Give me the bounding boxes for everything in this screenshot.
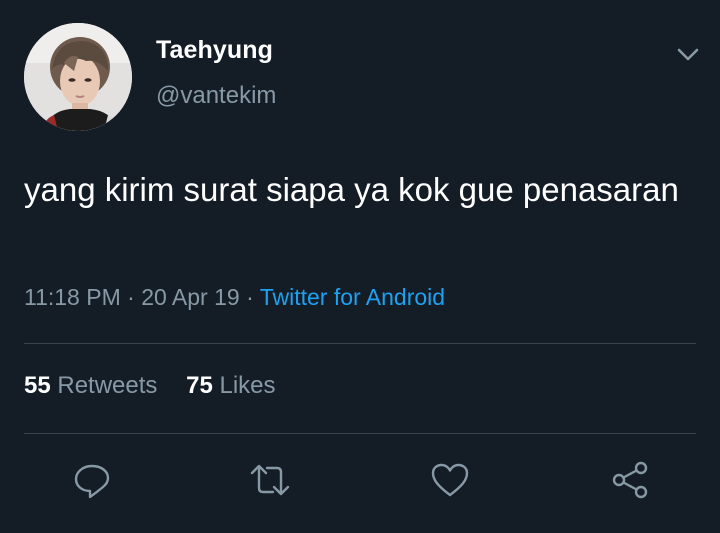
retweets-count: 55 — [24, 372, 51, 399]
tweet-source-link[interactable]: Twitter for Android — [260, 284, 445, 310]
user-handle[interactable]: @vantekim — [156, 82, 276, 110]
profile-photo-icon — [24, 23, 132, 131]
retweet-button[interactable] — [248, 458, 292, 502]
divider — [24, 343, 696, 344]
tweet-text: yang kirim surat siapa ya kok gue penasa… — [24, 171, 679, 208]
chevron-down-icon[interactable] — [674, 40, 702, 68]
likes-count: 75 — [186, 372, 213, 399]
tweet-date: 20 Apr 19 — [141, 284, 240, 310]
retweets-label: Retweets — [57, 372, 158, 399]
likes-label: Likes — [219, 372, 276, 399]
heart-icon — [431, 463, 469, 497]
retweets-stat[interactable]: 55 Retweets — [24, 372, 157, 400]
avatar[interactable] — [24, 23, 132, 131]
tweet-meta: 11:18 PM · 20 Apr 19 · Twitter for Andro… — [24, 284, 445, 311]
divider — [24, 433, 696, 434]
display-name[interactable]: Taehyung — [156, 36, 273, 65]
likes-stat[interactable]: 75 Likes — [186, 372, 275, 400]
share-button[interactable] — [608, 458, 652, 502]
speech-bubble-icon — [74, 464, 110, 499]
share-nodes-icon — [612, 461, 648, 499]
tweet-card: Taehyung @vantekim yang kirim surat siap… — [0, 0, 720, 533]
reply-button[interactable] — [70, 458, 114, 502]
tweet-time: 11:18 PM — [24, 284, 121, 310]
retweet-arrows-icon — [250, 464, 290, 496]
tweet-stats: 55 Retweets 75 Likes — [24, 372, 276, 400]
meta-separator: · — [127, 284, 135, 310]
like-button[interactable] — [428, 458, 472, 502]
meta-separator: · — [246, 284, 254, 310]
